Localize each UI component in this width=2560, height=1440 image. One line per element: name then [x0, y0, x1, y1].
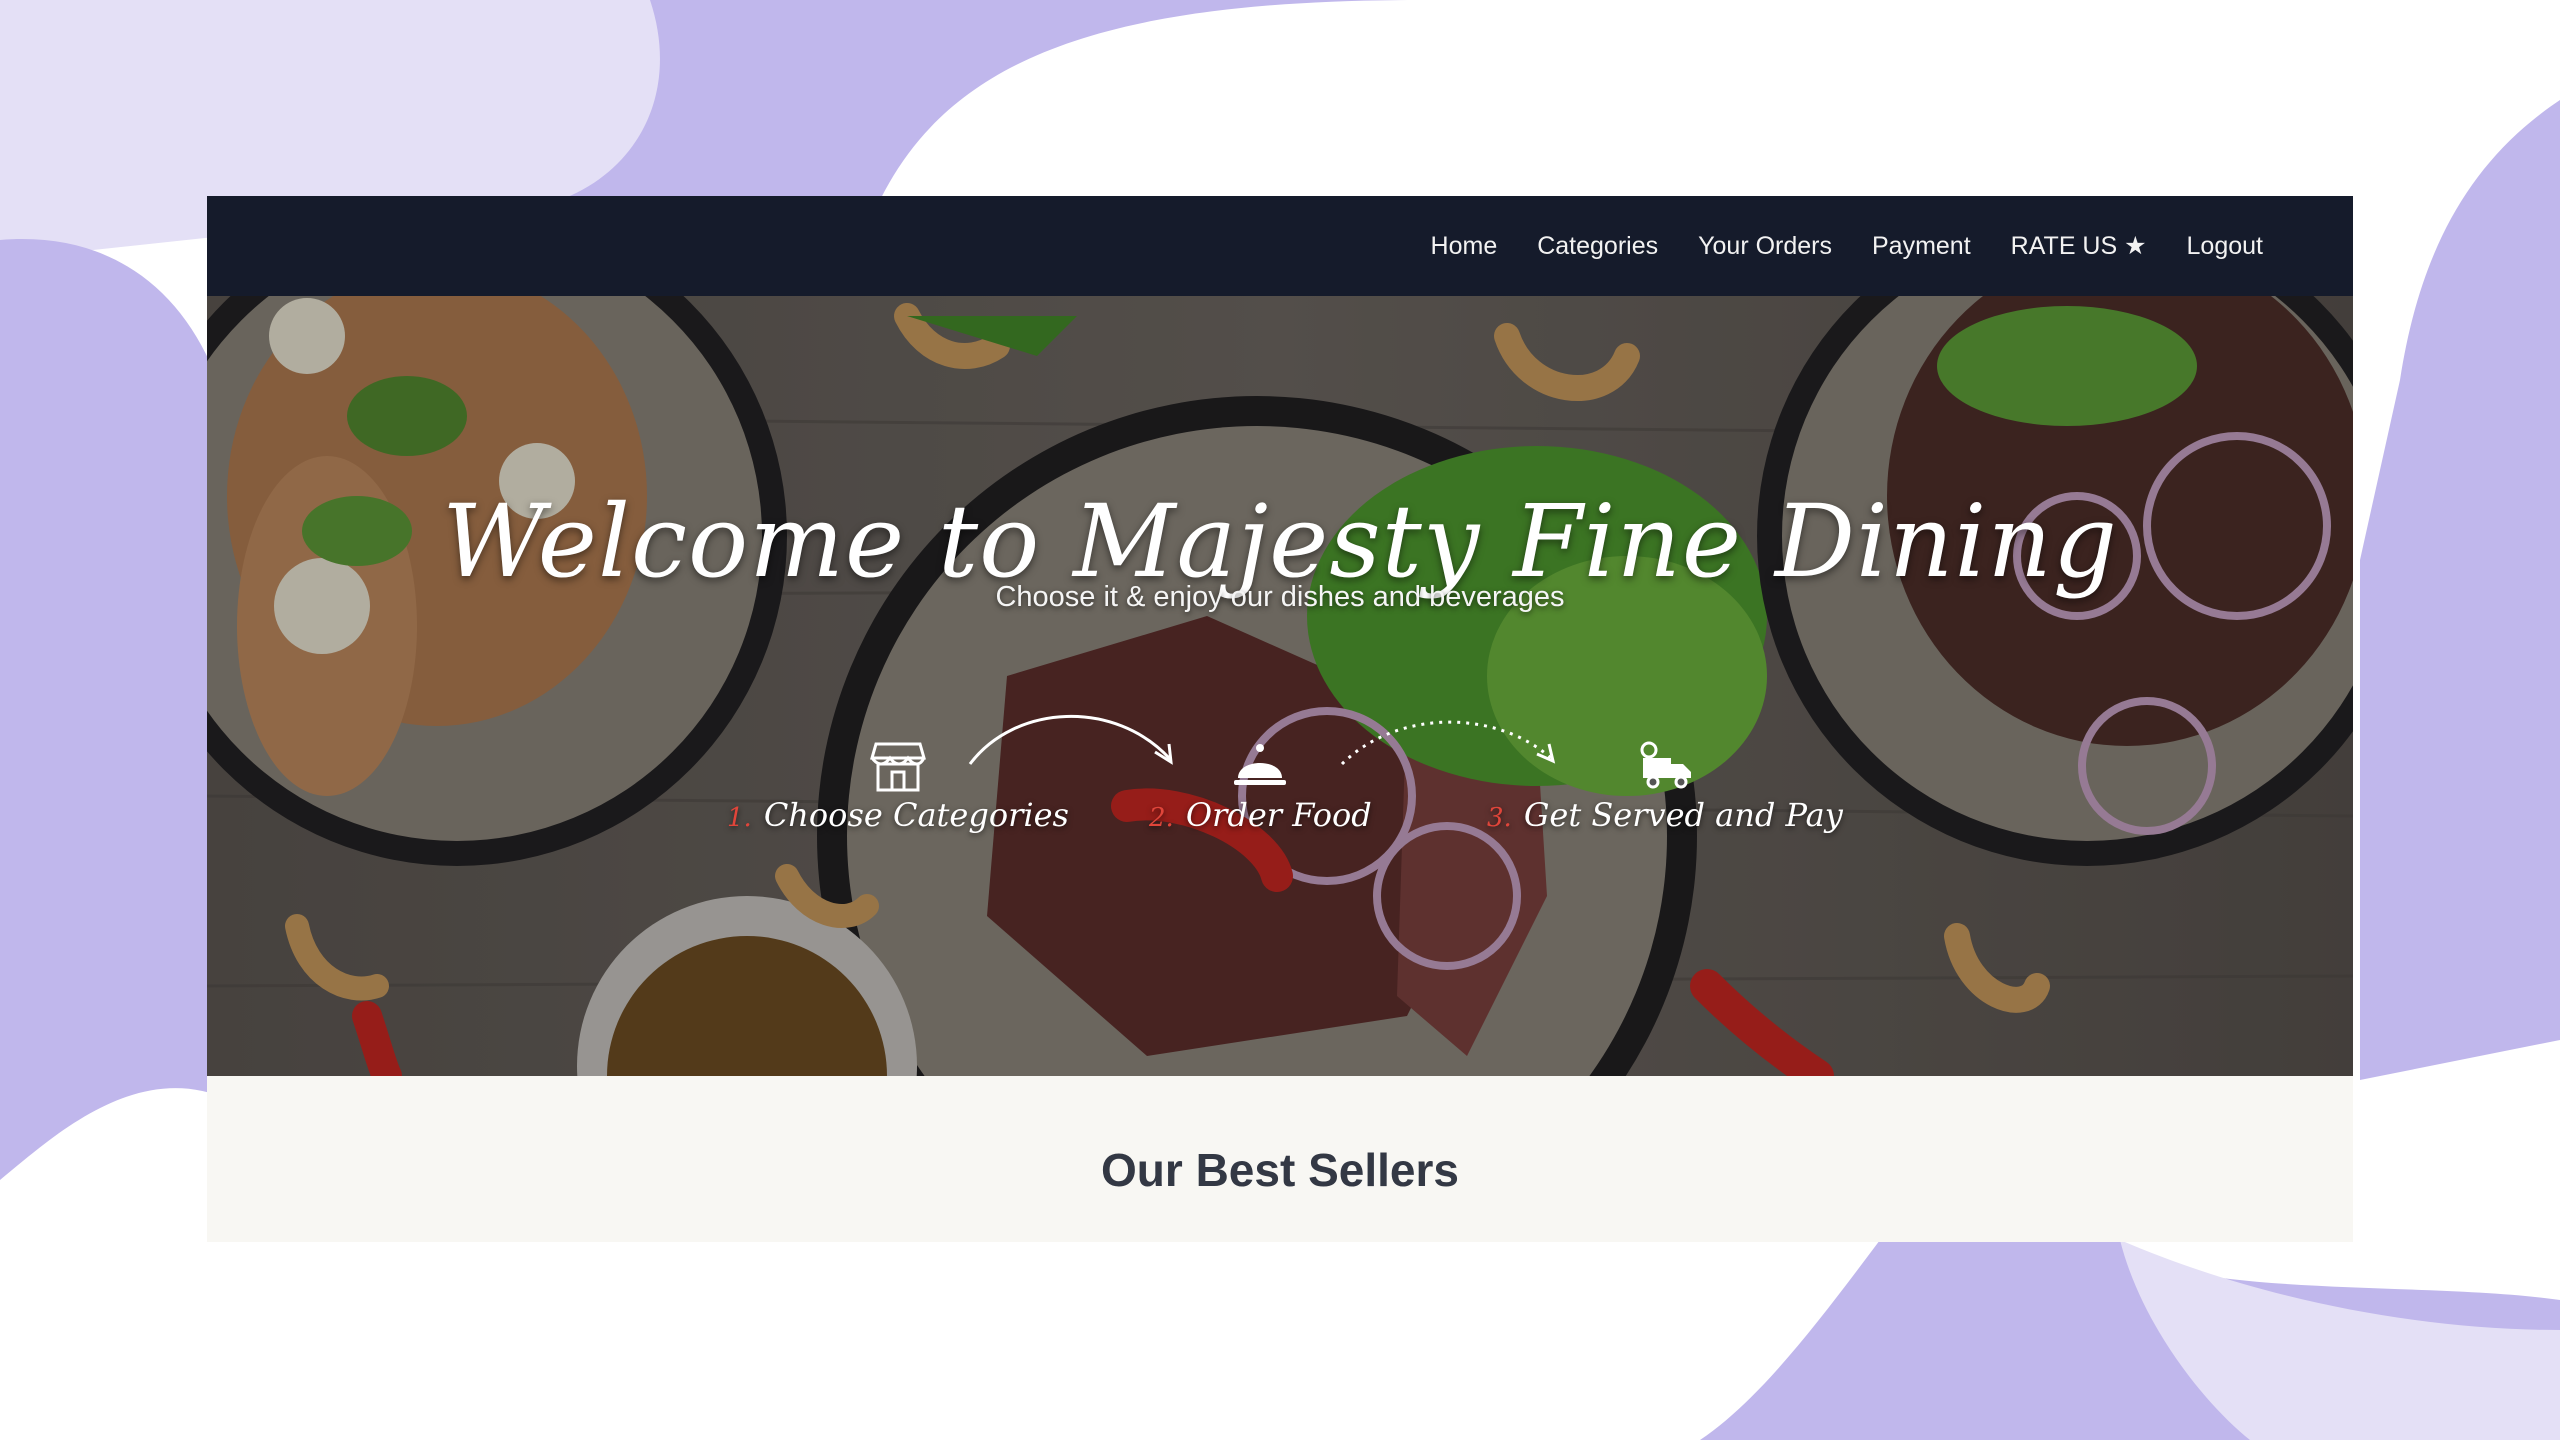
nav-logout[interactable]: Logout: [2187, 232, 2263, 261]
step-3-number: 3.: [1487, 803, 1512, 833]
nav-home[interactable]: Home: [1431, 232, 1498, 261]
nav-payment[interactable]: Payment: [1872, 232, 1971, 261]
step-3-text: Get Served and Pay: [1523, 796, 1843, 834]
best-sellers-title: Our Best Sellers: [1101, 1144, 1459, 1196]
delivery-truck-icon: [1640, 741, 1691, 789]
cloche-icon: [1234, 744, 1287, 785]
step-2-number: 2.: [1149, 803, 1174, 833]
step-1-text: Choose Categories: [763, 796, 1069, 834]
step-1-label: 1. Choose Categories: [727, 796, 1069, 834]
nav-categories[interactable]: Categories: [1537, 232, 1658, 261]
step-1-number: 1.: [727, 803, 752, 833]
nav-your-orders[interactable]: Your Orders: [1698, 232, 1832, 261]
website-window: Home Categories Your Orders Payment RATE…: [207, 196, 2353, 1242]
step-2-text: Order Food: [1185, 796, 1372, 834]
top-navbar: Home Categories Your Orders Payment RATE…: [207, 196, 2353, 296]
step-2-label: 2. Order Food: [1149, 796, 1372, 834]
nav-links: Home Categories Your Orders Payment RATE…: [1431, 196, 2263, 296]
best-sellers-section: Our Best Sellers: [207, 1076, 2353, 1242]
step-3-label: 3. Get Served and Pay: [1487, 796, 1843, 834]
hero-banner: Welcome to Majesty Fine Dining Choose it…: [207, 296, 2353, 1076]
hero-dark-overlay: [207, 296, 2353, 1076]
nav-rate-us[interactable]: RATE US ★: [2011, 231, 2147, 261]
hero-subtitle: Choose it & enjoy our dishes and beverag…: [995, 581, 1565, 613]
store-icon: [869, 742, 926, 792]
step-get-served: 3. Get Served and Pay: [1487, 736, 1843, 834]
